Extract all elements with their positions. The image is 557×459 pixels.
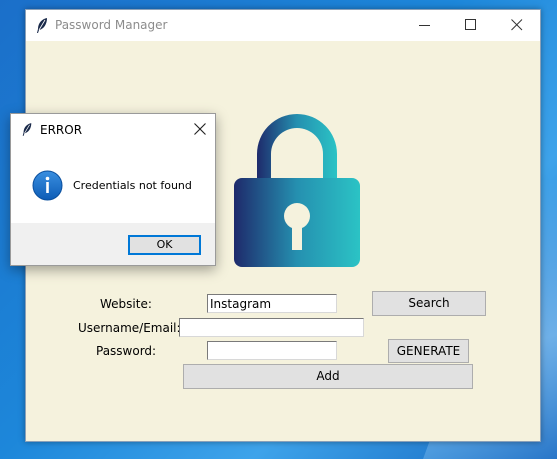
window-title: Password Manager xyxy=(55,18,168,32)
padlock-icon xyxy=(234,114,360,267)
info-icon xyxy=(32,170,63,201)
close-icon[interactable] xyxy=(194,123,206,135)
add-button[interactable]: Add xyxy=(183,364,473,389)
dialog-title: ERROR xyxy=(40,123,83,137)
website-label: Website: xyxy=(100,297,152,311)
feather-icon xyxy=(37,18,47,33)
title-bar[interactable]: Password Manager xyxy=(26,10,540,41)
feather-icon xyxy=(22,123,32,136)
error-dialog: ERROR Credentials not found OK xyxy=(10,113,216,266)
dialog-message: Credentials not found xyxy=(73,179,192,192)
maximize-button[interactable] xyxy=(448,10,494,41)
minimize-button[interactable] xyxy=(402,10,448,41)
close-button[interactable] xyxy=(494,10,540,41)
search-button[interactable]: Search xyxy=(372,291,486,316)
password-input[interactable] xyxy=(207,341,337,360)
username-label: Username/Email: xyxy=(78,321,181,335)
close-icon xyxy=(511,19,523,31)
maximize-icon xyxy=(465,19,476,30)
website-input[interactable] xyxy=(207,294,337,313)
generate-button[interactable]: GENERATE xyxy=(388,339,469,363)
username-input[interactable] xyxy=(179,318,364,337)
minimize-icon xyxy=(419,25,430,26)
ok-button[interactable]: OK xyxy=(128,235,201,255)
password-label: Password: xyxy=(96,344,157,358)
